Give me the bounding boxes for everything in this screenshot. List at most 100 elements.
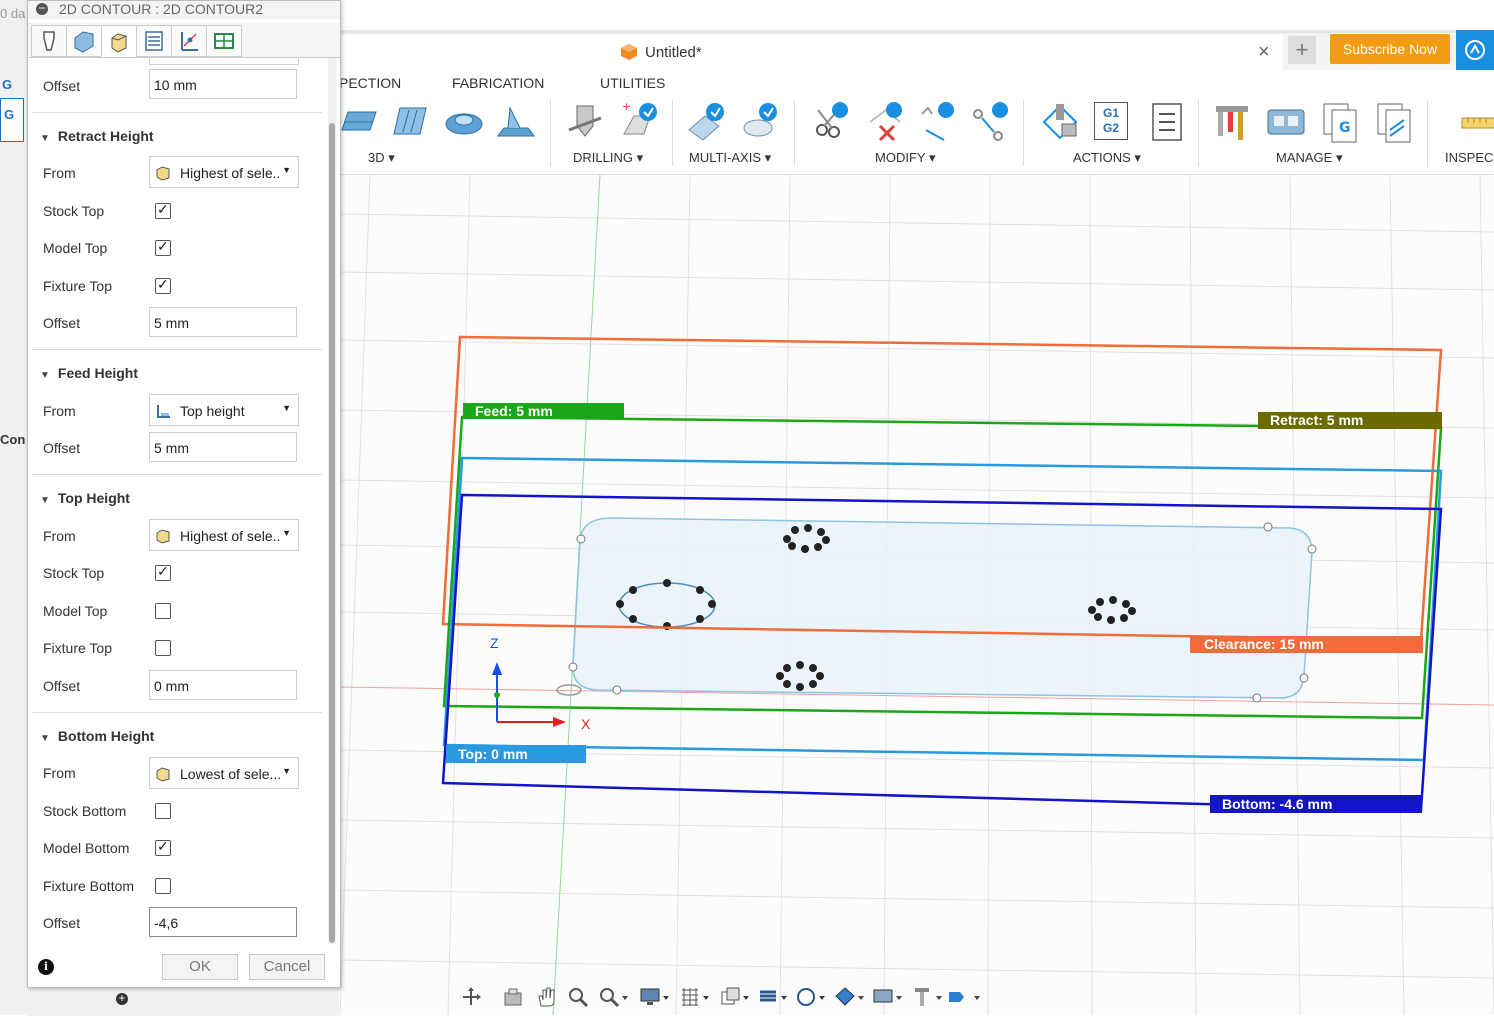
info-icon[interactable]: i <box>38 959 54 975</box>
zoom-icon[interactable] <box>567 986 589 1008</box>
left-clip-text: 0 da <box>0 6 26 21</box>
retract-stock-top-checkbox[interactable]: ✓ <box>155 201 171 219</box>
views-icon[interactable] <box>720 986 750 1008</box>
edit-entry-icon[interactable] <box>970 100 1010 144</box>
group-multi-axis[interactable]: MULTI-AXIS ▾ <box>689 150 771 166</box>
bottom-offset-field[interactable]: -4,6 <box>149 907 297 937</box>
machine-library-icon[interactable] <box>1266 100 1306 144</box>
multi-axis-swarf-icon[interactable] <box>685 100 725 144</box>
subscribe-button[interactable]: Subscribe Now <box>1330 34 1450 64</box>
display-icon[interactable] <box>640 986 670 1008</box>
tab-fabrication[interactable]: FABRICATION <box>452 75 544 91</box>
group-modify[interactable]: MODIFY ▾ <box>875 150 935 166</box>
post-process-icon[interactable]: G1 G2 <box>1094 102 1128 140</box>
top-height-section[interactable]: ▼ Top Height <box>40 490 130 506</box>
scrollbar-track[interactable] <box>328 58 336 944</box>
cancel-button[interactable]: Cancel <box>249 954 325 980</box>
post-tab[interactable] <box>206 25 242 57</box>
grid-icon[interactable] <box>680 986 710 1008</box>
collapse-icon[interactable]: − <box>36 2 48 15</box>
group-inspect[interactable]: INSPEC <box>1445 150 1493 165</box>
feed-height-section[interactable]: ▼ Feed Height <box>40 365 138 381</box>
trim-icon[interactable] <box>810 100 850 144</box>
document-tab[interactable]: Untitled* × <box>338 35 1283 70</box>
orbit-icon[interactable] <box>796 986 826 1008</box>
multi-axis-contour-icon[interactable] <box>740 100 780 144</box>
camera-icon[interactable] <box>873 986 903 1008</box>
top-model-top-checkbox[interactable] <box>155 603 171 619</box>
tab-inspection[interactable]: PECTION <box>339 75 401 91</box>
group-3d[interactable]: 3D ▾ <box>368 150 395 166</box>
heights-tab[interactable] <box>101 25 137 57</box>
new-tab-button[interactable]: + <box>1288 36 1316 64</box>
add-icon[interactable]: + <box>116 992 128 1005</box>
top-from-select[interactable]: Highest of sele... ▼ <box>149 519 299 551</box>
offset-label: Offset <box>43 78 81 94</box>
3d-scallop-icon[interactable] <box>444 100 484 144</box>
bottom-stock-bottom-checkbox[interactable] <box>155 803 171 819</box>
drill-tap-icon[interactable]: + <box>620 100 660 144</box>
retract-stock-top-label: Stock Top <box>43 203 105 219</box>
3d-parallel-icon[interactable] <box>390 100 430 144</box>
group-manage[interactable]: MANAGE ▾ <box>1276 150 1342 166</box>
tool-icon[interactable] <box>913 986 943 1008</box>
bottom-model-bottom-checkbox[interactable]: ✓ <box>155 838 171 856</box>
passes-tab[interactable] <box>136 25 172 57</box>
retract-offset-field[interactable]: 5 mm <box>149 307 297 337</box>
left-clip-g-box-label: G <box>4 107 15 122</box>
tool-tab[interactable] <box>31 25 67 57</box>
3d-contour-icon[interactable] <box>340 100 380 144</box>
ok-button[interactable]: OK <box>162 954 238 980</box>
top-offset-field[interactable]: 0 mm <box>149 670 297 700</box>
look-at-icon[interactable] <box>503 987 525 1007</box>
environment-icon[interactable] <box>948 986 984 1008</box>
viewport-canvas[interactable] <box>338 175 1494 1015</box>
clearance-offset-field[interactable]: 10 mm <box>149 69 297 99</box>
group-drilling[interactable]: DRILLING ▾ <box>573 150 643 166</box>
hand-icon[interactable] <box>535 986 557 1008</box>
zoom-window-icon[interactable] <box>598 986 628 1008</box>
retract-from-select[interactable]: Highest of sele... ▼ <box>149 156 299 188</box>
navigation-toolbar <box>455 983 985 1011</box>
delete-toolpath-icon[interactable] <box>866 100 906 144</box>
account-button[interactable] <box>1456 30 1494 70</box>
3d-spiral-icon[interactable] <box>496 100 536 144</box>
divider <box>32 112 322 113</box>
toolbar-separator <box>1023 100 1024 166</box>
bottom-from-select[interactable]: Lowest of sele... ▼ <box>149 757 299 789</box>
browser-strip: 0 da G G Con <box>0 0 28 1015</box>
feed-from-select[interactable]: Top height ▼ <box>149 394 299 426</box>
simulate-icon[interactable] <box>1040 100 1080 144</box>
post-library-icon[interactable]: G <box>1320 100 1360 144</box>
setup-sheet-icon[interactable] <box>1147 100 1187 144</box>
drill-icon[interactable] <box>565 100 605 144</box>
visual-style-icon[interactable] <box>835 986 865 1008</box>
bottom-fixture-bottom-checkbox[interactable] <box>155 878 171 894</box>
top-fixture-top-checkbox[interactable] <box>155 640 171 656</box>
bottom-model-bottom-label: Model Bottom <box>43 840 130 856</box>
retract-model-top-checkbox[interactable]: ✓ <box>155 238 171 256</box>
section-icon[interactable] <box>758 986 788 1008</box>
move-entry-icon[interactable] <box>918 100 958 144</box>
bottom-height-section[interactable]: ▼ Bottom Height <box>40 728 154 744</box>
tool-tab-icon <box>43 31 55 51</box>
close-tab-icon[interactable]: × <box>1258 41 1270 64</box>
retract-height-section[interactable]: ▼ Retract Height <box>40 128 154 144</box>
scrollbar-thumb[interactable] <box>329 123 335 943</box>
linking-tab[interactable] <box>171 25 207 57</box>
top-stock-top-checkbox[interactable]: ✓ <box>155 563 171 581</box>
dialog-title-bar[interactable]: − 2D CONTOUR : 2D CONTOUR2 <box>28 1 340 19</box>
group-actions[interactable]: ACTIONS ▾ <box>1073 150 1141 166</box>
pan-icon[interactable] <box>460 987 482 1007</box>
retract-fixture-top-checkbox[interactable]: ✓ <box>155 276 171 294</box>
tab-utilities[interactable]: UTILITIES <box>600 75 665 91</box>
measure-icon[interactable] <box>1460 100 1494 144</box>
geometry-tab[interactable] <box>66 25 102 57</box>
tool-library-icon[interactable] <box>1212 100 1252 144</box>
3d-viewport[interactable]: Feed: 5 mm Retract: 5 mm Clearance: 15 m… <box>338 175 1494 1015</box>
cut-off-field <box>149 58 299 65</box>
part-body[interactable] <box>572 517 1313 699</box>
template-library-icon[interactable] <box>1374 100 1414 144</box>
feed-offset-field[interactable]: 5 mm <box>149 432 297 462</box>
linking-tab-icon <box>181 32 198 51</box>
